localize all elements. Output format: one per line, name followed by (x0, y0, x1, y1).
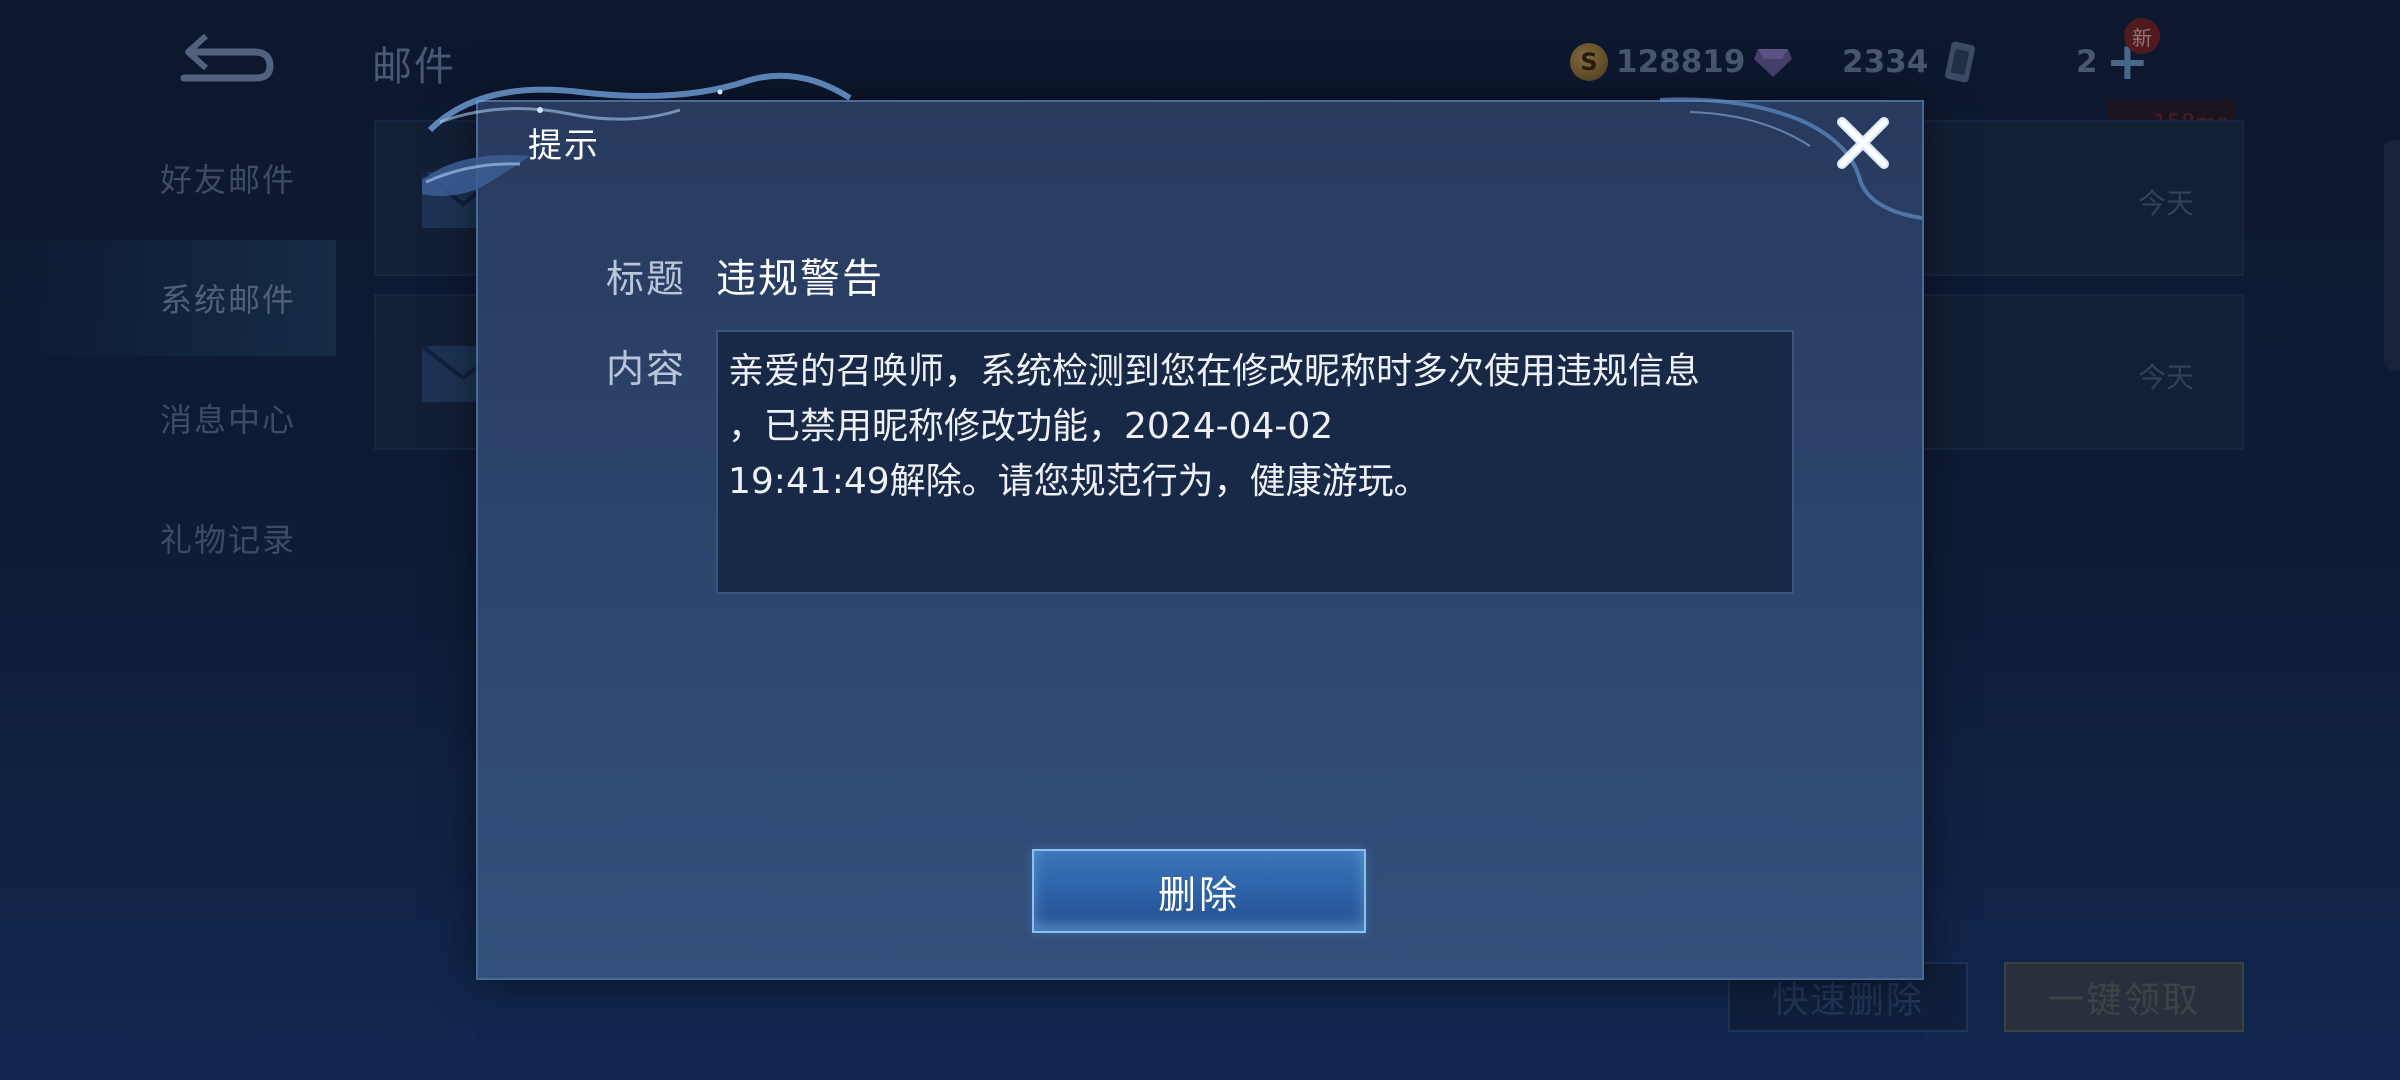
content-line: 19:41:49解除。请您规范行为，健康游玩。 (728, 461, 1430, 502)
delete-button-label: 删除 (1157, 872, 1240, 917)
subject-label: 标题 (606, 257, 687, 301)
content-line: ，已禁用昵称修改功能，2024-04-02 (728, 406, 1334, 447)
dialog-ornament (422, 72, 852, 196)
content-textbox[interactable]: 亲爱的召唤师，系统检测到您在修改昵称时多次使用违规信息 ，已禁用昵称修改功能，2… (716, 330, 1794, 594)
delete-button[interactable]: 删除 (1032, 849, 1366, 933)
content-line: 亲爱的召唤师，系统检测到您在修改昵称时多次使用违规信息 (728, 351, 1701, 392)
content-label: 内容 (606, 347, 687, 391)
dialog-title: 提示 (528, 126, 600, 166)
subject-value: 违规警告 (716, 256, 884, 302)
close-icon[interactable] (1834, 114, 1892, 172)
